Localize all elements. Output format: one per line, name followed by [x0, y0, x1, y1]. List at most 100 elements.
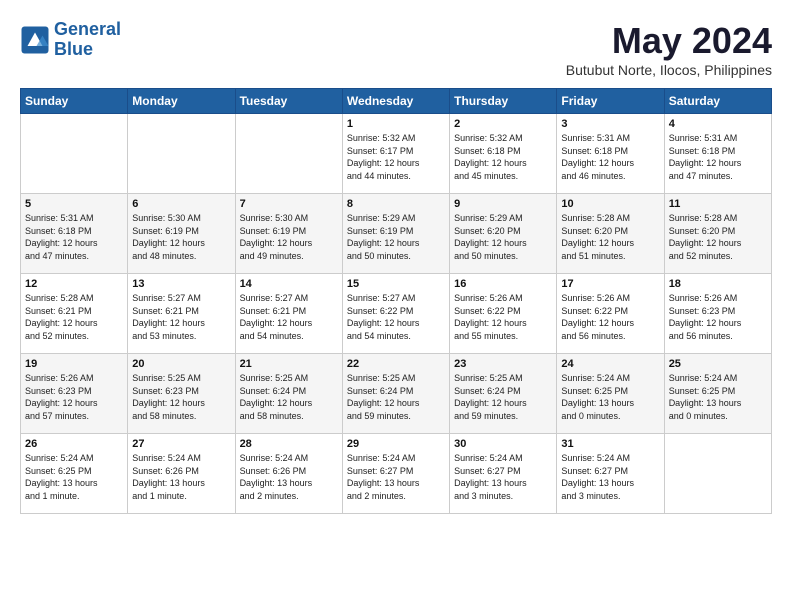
calendar-cell: [664, 434, 771, 514]
day-number: 10: [561, 198, 659, 210]
weekday-header-saturday: Saturday: [664, 89, 771, 114]
calendar-cell: 10 Sunrise: 5:28 AM Sunset: 6:20 PM Dayli…: [557, 194, 664, 274]
calendar-week-row: 26Sunrise: 5:24 AM Sunset: 6:25 PM Dayli…: [21, 434, 772, 514]
day-info: Sunrise: 5:29 AM Sunset: 6:19 PM Dayligh…: [347, 212, 445, 262]
calendar-cell: 19 Sunrise: 5:26 AM Sunset: 6:23 PM Dayli…: [21, 354, 128, 434]
calendar-cell: 4Sunrise: 5:31 AM Sunset: 6:18 PM Daylig…: [664, 114, 771, 194]
day-number: 18: [669, 278, 767, 290]
calendar-cell: 6 Sunrise: 5:30 AM Sunset: 6:19 PM Daylig…: [128, 194, 235, 274]
calendar-cell: [235, 114, 342, 194]
day-info: Sunrise: 5:27 AM Sunset: 6:22 PM Dayligh…: [347, 292, 445, 342]
day-number: 5: [25, 198, 123, 210]
day-number: 24: [561, 358, 659, 370]
day-info: Sunrise: 5:31 AM Sunset: 6:18 PM Dayligh…: [561, 132, 659, 182]
day-number: 14: [240, 278, 338, 290]
calendar-week-row: 12 Sunrise: 5:28 AM Sunset: 6:21 PM Dayli…: [21, 274, 772, 354]
day-number: 6: [132, 198, 230, 210]
day-info: Sunrise: 5:27 AM Sunset: 6:21 PM Dayligh…: [240, 292, 338, 342]
calendar-cell: 8 Sunrise: 5:29 AM Sunset: 6:19 PM Daylig…: [342, 194, 449, 274]
day-number: 28: [240, 438, 338, 450]
day-number: 12: [25, 278, 123, 290]
day-number: 31: [561, 438, 659, 450]
day-number: 1: [347, 118, 445, 130]
day-number: 21: [240, 358, 338, 370]
logo-text: General Blue: [54, 20, 121, 60]
day-number: 3: [561, 118, 659, 130]
calendar-cell: 12 Sunrise: 5:28 AM Sunset: 6:21 PM Dayli…: [21, 274, 128, 354]
day-number: 26: [25, 438, 123, 450]
calendar-cell: 13Sunrise: 5:27 AM Sunset: 6:21 PM Dayli…: [128, 274, 235, 354]
calendar-cell: 26Sunrise: 5:24 AM Sunset: 6:25 PM Dayli…: [21, 434, 128, 514]
day-number: 11: [669, 198, 767, 210]
day-number: 27: [132, 438, 230, 450]
weekday-header-sunday: Sunday: [21, 89, 128, 114]
day-number: 9: [454, 198, 552, 210]
day-number: 19: [25, 358, 123, 370]
day-info: Sunrise: 5:30 AM Sunset: 6:19 PM Dayligh…: [240, 212, 338, 262]
day-info: Sunrise: 5:26 AM Sunset: 6:22 PM Dayligh…: [561, 292, 659, 342]
day-info: Sunrise: 5:24 AM Sunset: 6:27 PM Dayligh…: [347, 452, 445, 502]
day-info: Sunrise: 5:29 AM Sunset: 6:20 PM Dayligh…: [454, 212, 552, 262]
day-info: Sunrise: 5:28 AM Sunset: 6:20 PM Dayligh…: [669, 212, 767, 262]
day-number: 2: [454, 118, 552, 130]
calendar-cell: 7 Sunrise: 5:30 AM Sunset: 6:19 PM Daylig…: [235, 194, 342, 274]
calendar-cell: 25 Sunrise: 5:24 AM Sunset: 6:25 PM Dayli…: [664, 354, 771, 434]
calendar-cell: 11 Sunrise: 5:28 AM Sunset: 6:20 PM Dayli…: [664, 194, 771, 274]
weekday-header-tuesday: Tuesday: [235, 89, 342, 114]
day-number: 8: [347, 198, 445, 210]
day-number: 20: [132, 358, 230, 370]
day-info: Sunrise: 5:26 AM Sunset: 6:23 PM Dayligh…: [25, 372, 123, 422]
calendar-cell: 23Sunrise: 5:25 AM Sunset: 6:24 PM Dayli…: [450, 354, 557, 434]
weekday-header-wednesday: Wednesday: [342, 89, 449, 114]
month-year: May 2024: [566, 20, 772, 62]
calendar-cell: 2Sunrise: 5:32 AM Sunset: 6:18 PM Daylig…: [450, 114, 557, 194]
day-info: Sunrise: 5:26 AM Sunset: 6:23 PM Dayligh…: [669, 292, 767, 342]
weekday-header-monday: Monday: [128, 89, 235, 114]
day-info: Sunrise: 5:25 AM Sunset: 6:24 PM Dayligh…: [240, 372, 338, 422]
calendar-cell: 15 Sunrise: 5:27 AM Sunset: 6:22 PM Dayli…: [342, 274, 449, 354]
day-number: 22: [347, 358, 445, 370]
page-header: General Blue May 2024 Butubut Norte, Ilo…: [20, 20, 772, 78]
day-info: Sunrise: 5:32 AM Sunset: 6:17 PM Dayligh…: [347, 132, 445, 182]
day-info: Sunrise: 5:31 AM Sunset: 6:18 PM Dayligh…: [669, 132, 767, 182]
logo-icon: [20, 25, 50, 55]
day-number: 15: [347, 278, 445, 290]
calendar-cell: 1 Sunrise: 5:32 AM Sunset: 6:17 PM Daylig…: [342, 114, 449, 194]
calendar-table: SundayMondayTuesdayWednesdayThursdayFrid…: [20, 88, 772, 514]
calendar-cell: 16Sunrise: 5:26 AM Sunset: 6:22 PM Dayli…: [450, 274, 557, 354]
calendar-cell: 20 Sunrise: 5:25 AM Sunset: 6:23 PM Dayli…: [128, 354, 235, 434]
calendar-cell: 30 Sunrise: 5:24 AM Sunset: 6:27 PM Dayli…: [450, 434, 557, 514]
calendar-cell: 9 Sunrise: 5:29 AM Sunset: 6:20 PM Daylig…: [450, 194, 557, 274]
day-number: 25: [669, 358, 767, 370]
calendar-cell: 18 Sunrise: 5:26 AM Sunset: 6:23 PM Dayli…: [664, 274, 771, 354]
calendar-cell: 27 Sunrise: 5:24 AM Sunset: 6:26 PM Dayli…: [128, 434, 235, 514]
calendar-week-row: 1 Sunrise: 5:32 AM Sunset: 6:17 PM Daylig…: [21, 114, 772, 194]
day-info: Sunrise: 5:28 AM Sunset: 6:21 PM Dayligh…: [25, 292, 123, 342]
day-info: Sunrise: 5:31 AM Sunset: 6:18 PM Dayligh…: [25, 212, 123, 262]
day-number: 7: [240, 198, 338, 210]
day-info: Sunrise: 5:24 AM Sunset: 6:26 PM Dayligh…: [132, 452, 230, 502]
weekday-header-row: SundayMondayTuesdayWednesdayThursdayFrid…: [21, 89, 772, 114]
day-info: Sunrise: 5:24 AM Sunset: 6:25 PM Dayligh…: [669, 372, 767, 422]
calendar-cell: 29 Sunrise: 5:24 AM Sunset: 6:27 PM Dayli…: [342, 434, 449, 514]
day-info: Sunrise: 5:24 AM Sunset: 6:25 PM Dayligh…: [561, 372, 659, 422]
calendar-cell: 14 Sunrise: 5:27 AM Sunset: 6:21 PM Dayli…: [235, 274, 342, 354]
day-info: Sunrise: 5:30 AM Sunset: 6:19 PM Dayligh…: [132, 212, 230, 262]
location: Butubut Norte, Ilocos, Philippines: [566, 62, 772, 78]
calendar-cell: 28 Sunrise: 5:24 AM Sunset: 6:26 PM Dayli…: [235, 434, 342, 514]
day-info: Sunrise: 5:24 AM Sunset: 6:26 PM Dayligh…: [240, 452, 338, 502]
calendar-week-row: 5 Sunrise: 5:31 AM Sunset: 6:18 PM Daylig…: [21, 194, 772, 274]
day-info: Sunrise: 5:24 AM Sunset: 6:27 PM Dayligh…: [561, 452, 659, 502]
day-number: 13: [132, 278, 230, 290]
title-block: May 2024 Butubut Norte, Ilocos, Philippi…: [566, 20, 772, 78]
calendar-cell: 5 Sunrise: 5:31 AM Sunset: 6:18 PM Daylig…: [21, 194, 128, 274]
calendar-cell: 31 Sunrise: 5:24 AM Sunset: 6:27 PM Dayli…: [557, 434, 664, 514]
day-number: 29: [347, 438, 445, 450]
day-info: Sunrise: 5:24 AM Sunset: 6:27 PM Dayligh…: [454, 452, 552, 502]
day-number: 30: [454, 438, 552, 450]
weekday-header-thursday: Thursday: [450, 89, 557, 114]
logo: General Blue: [20, 20, 121, 60]
day-info: Sunrise: 5:25 AM Sunset: 6:23 PM Dayligh…: [132, 372, 230, 422]
day-info: Sunrise: 5:28 AM Sunset: 6:20 PM Dayligh…: [561, 212, 659, 262]
calendar-cell: 17Sunrise: 5:26 AM Sunset: 6:22 PM Dayli…: [557, 274, 664, 354]
